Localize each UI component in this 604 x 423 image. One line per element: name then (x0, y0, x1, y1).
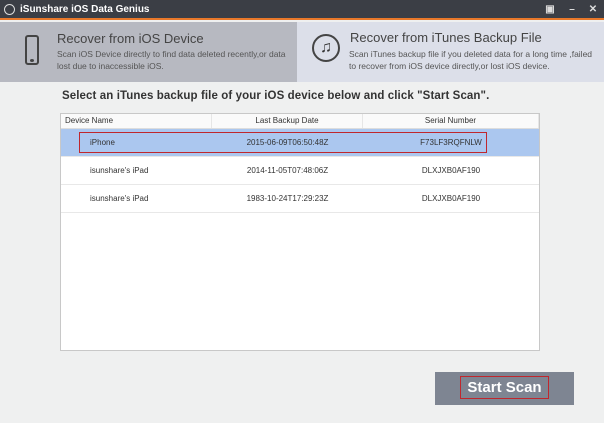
music-note-icon: ♫ (312, 34, 340, 62)
table-header: Device Name Last Backup Date Serial Numb… (61, 114, 539, 129)
backup-date: 2014-11-05T07:48:06Z (246, 166, 329, 175)
window-title: iSunshare iOS Data Genius (20, 4, 150, 15)
device-name: isunshare's iPad (90, 166, 149, 175)
close-button[interactable]: ✕ (584, 2, 602, 17)
title-bar: iSunshare iOS Data Genius ▣ – ✕ (0, 0, 604, 20)
column-header[interactable]: Serial Number (363, 114, 539, 128)
table-row[interactable]: isunshare's iPad 1983-10-24T17:29:23Z DL… (61, 185, 539, 213)
backup-table: Device Name Last Backup Date Serial Numb… (60, 113, 540, 351)
table-row[interactable]: iPhone 2015-06-09T06:50:48Z F73LF3RQFNLW (61, 129, 539, 157)
minimize-button[interactable]: – (563, 2, 581, 17)
app-logo-icon (4, 4, 15, 15)
mode-title: Recover from iOS Device (57, 31, 204, 46)
mode-recover-ios-device[interactable]: Recover from iOS Device Scan iOS Device … (0, 22, 297, 82)
column-header[interactable]: Device Name (61, 114, 212, 128)
restore-button[interactable]: ▣ (541, 2, 559, 17)
device-name: isunshare's iPad (90, 194, 149, 203)
phone-icon (25, 35, 39, 65)
backup-date: 1983-10-24T17:29:23Z (246, 194, 329, 203)
start-scan-button[interactable]: Start Scan (435, 372, 574, 405)
mode-recover-itunes-backup[interactable]: ♫ Recover from iTunes Backup File Scan i… (297, 22, 604, 82)
mode-title: Recover from iTunes Backup File (350, 30, 542, 45)
serial-number: DLXJXB0AF190 (421, 166, 481, 175)
mode-desc: Scan iTunes backup file if you deleted d… (349, 49, 593, 71)
instruction-heading: Select an iTunes backup file of your iOS… (62, 90, 490, 102)
serial-number: DLXJXB0AF190 (421, 194, 481, 203)
start-scan-label: Start Scan (460, 376, 549, 399)
selection-highlight (79, 132, 487, 153)
mode-desc: Scan iOS Device directly to find data de… (57, 49, 286, 71)
column-header[interactable]: Last Backup Date (212, 114, 363, 128)
table-row[interactable]: isunshare's iPad 2014-11-05T07:48:06Z DL… (61, 157, 539, 185)
